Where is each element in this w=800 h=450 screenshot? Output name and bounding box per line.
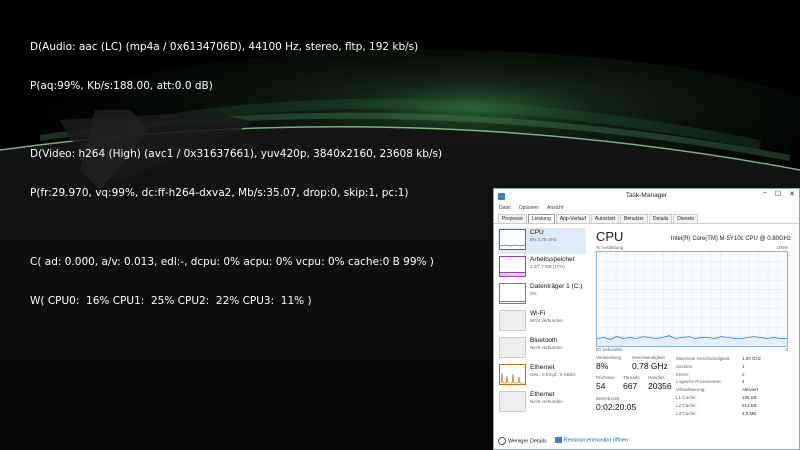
resource-name: Arbeitsspeicher bbox=[530, 256, 575, 263]
menu-datei[interactable]: Datei bbox=[499, 205, 511, 211]
resource-list: CPU 8% 0,78 GHz Arbeitsspeicher 1,3/7,7 … bbox=[494, 225, 588, 431]
footer-bar: Weniger Details Ressourcenmonitor öffnen bbox=[494, 432, 799, 449]
resource-memory[interactable]: Arbeitsspeicher 1,3/7,7 GB (17%) bbox=[498, 255, 586, 281]
menu-bar: Datei Optionen Ansicht bbox=[494, 203, 799, 213]
cpu-usage-graph bbox=[596, 251, 788, 347]
stat-value-threads: 667 bbox=[623, 381, 638, 391]
resource-bluetooth[interactable]: Bluetooth Nicht verbunden bbox=[498, 336, 586, 362]
spec-key: Sockets: bbox=[676, 363, 694, 369]
cpu-heading: CPU bbox=[596, 229, 624, 244]
osd-audio-stats-line: P(aq:99%, Kb/s:188.00, att:0.0 dB) bbox=[30, 80, 213, 92]
stat-value-processes: 54 bbox=[596, 381, 606, 391]
resource-name: Ethernet bbox=[530, 391, 555, 398]
spec-key: Virtualisierung: bbox=[676, 387, 706, 393]
spec-key: Logische Prozessoren: bbox=[676, 379, 722, 385]
spec-value: 4 bbox=[742, 379, 745, 385]
tab-app-verlauf[interactable]: App-Verlauf bbox=[555, 214, 590, 223]
spec-value: 128 KB bbox=[742, 394, 757, 400]
spec-key: Kerne: bbox=[676, 371, 690, 377]
resource-sub: Nicht verbunden bbox=[530, 399, 563, 404]
title-bar[interactable]: Task-Manager − ☐ ✕ bbox=[494, 189, 799, 203]
resource-monitor-link[interactable]: Ressourcenmonitor öffnen bbox=[554, 437, 628, 444]
resource-wifi[interactable]: Wi-Fi Nicht verbunden bbox=[498, 309, 586, 335]
spec-key: L2-Cache: bbox=[676, 402, 697, 408]
tab-benutzer[interactable]: Benutzer bbox=[619, 214, 648, 223]
stat-value-usage: 8% bbox=[596, 361, 609, 371]
resource-ethernet-1[interactable]: Ethernet Ges.: 0 Empf.: 0 KBit/s bbox=[498, 363, 586, 389]
osd-video-stats-line: P(fr:29.970, vq:99%, dc:ff-h264-dxva2, M… bbox=[30, 187, 409, 199]
tab-leistung[interactable]: Leistung bbox=[527, 214, 555, 223]
cpu-mini-graph bbox=[499, 229, 526, 250]
stat-value-handles: 20356 bbox=[648, 381, 672, 391]
cpu-stats: Verwendung 8% Geschwindigkeit 0,78 GHz P… bbox=[596, 355, 791, 425]
graph-axis-max: 100% bbox=[776, 245, 788, 250]
menu-ansicht[interactable]: Ansicht bbox=[547, 205, 563, 211]
spec-key: Maximale Geschwindigkeit: bbox=[676, 356, 731, 361]
osd-cpu-line: W( CPU0: 16% CPU1: 25% CPU2: 22% CPU3: 1… bbox=[30, 295, 312, 307]
resource-sub: 1,3/7,7 GB (17%) bbox=[530, 264, 565, 269]
resource-sub: Nicht verbunden bbox=[530, 345, 563, 350]
stat-value-speed: 0,78 GHz bbox=[632, 361, 668, 371]
resource-sub: Nicht verbunden bbox=[530, 318, 563, 323]
resource-name: CPU bbox=[530, 229, 544, 236]
bluetooth-mini-graph bbox=[499, 337, 526, 358]
spec-value: 1 bbox=[742, 363, 745, 369]
wifi-mini-graph bbox=[499, 310, 526, 331]
maximize-button[interactable]: ☐ bbox=[775, 190, 781, 198]
tab-prozesse[interactable]: Prozesse bbox=[498, 214, 527, 223]
resource-name: Datenträger 1 (C:) bbox=[530, 283, 583, 290]
task-manager-window: Task-Manager − ☐ ✕ Datei Optionen Ansich… bbox=[493, 188, 800, 450]
osd-video-decoder-line: D(Video: h264 (High) (avc1 / 0x31637661)… bbox=[30, 148, 443, 160]
tab-autostart[interactable]: Autostart bbox=[590, 214, 619, 223]
cpu-detail-panel: CPU Intel(R) Core(TM) M-5Y10c CPU @ 0.80… bbox=[588, 225, 799, 431]
resource-ethernet-2[interactable]: Ethernet Nicht verbunden bbox=[498, 390, 586, 416]
osd-audio-decoder-line: D(Audio: aac (LC) (mp4a / 0x6134706D), 4… bbox=[30, 41, 419, 53]
tab-dienste[interactable]: Dienste bbox=[673, 214, 699, 223]
chevron-up-icon bbox=[498, 436, 506, 445]
resource-monitor-icon bbox=[554, 437, 562, 444]
close-button[interactable]: ✕ bbox=[789, 190, 795, 198]
resource-name: Wi-Fi bbox=[530, 310, 546, 317]
resource-disk[interactable]: Datenträger 1 (C:) 2% bbox=[498, 282, 586, 308]
fewer-details-link[interactable]: Weniger Details bbox=[498, 436, 547, 445]
resource-name: Bluetooth bbox=[530, 337, 558, 344]
spec-value: 512 KB bbox=[742, 402, 757, 408]
tab-bar: Prozesse Leistung App-Verlauf Autostart … bbox=[494, 213, 799, 224]
graph-axis-label: % Auslastung bbox=[596, 245, 624, 250]
playback-stats-overlay: D(Audio: aac (LC) (mp4a / 0x6134706D), 4… bbox=[30, 15, 442, 321]
memory-mini-graph bbox=[499, 256, 526, 277]
spec-key: L1-Cache: bbox=[676, 394, 697, 400]
resource-name: Ethernet bbox=[530, 364, 555, 371]
disk-mini-graph bbox=[499, 283, 526, 304]
cpu-spec-list: Maximale Geschwindigkeit: 1,00 GHz Socket… bbox=[676, 355, 761, 417]
cpu-usage-graph-svg bbox=[596, 252, 787, 346]
stat-value-uptime: 0:02:20:05 bbox=[596, 402, 637, 412]
window-title: Task-Manager bbox=[625, 192, 668, 199]
ethernet-mini-graph bbox=[499, 364, 526, 385]
menu-optionen[interactable]: Optionen bbox=[519, 205, 539, 211]
spec-value: 2 bbox=[742, 371, 745, 377]
spec-value: 4,0 MB bbox=[742, 410, 757, 416]
resource-sub: Ges.: 0 Empf.: 0 KBit/s bbox=[530, 372, 576, 377]
spec-key: L3-Cache: bbox=[676, 410, 697, 416]
ethernet-mini-graph bbox=[499, 391, 526, 412]
osd-cache-line: C( ad: 0.000, a/v: 0.013, edl:-, dcpu: 0… bbox=[30, 256, 434, 268]
tab-details[interactable]: Details bbox=[648, 214, 673, 223]
spec-value: Aktiviert bbox=[742, 387, 759, 393]
cpu-model: Intel(R) Core(TM) M-5Y10c CPU @ 0.80GHz bbox=[670, 236, 791, 242]
resource-sub: 8% 0,78 GHz bbox=[530, 237, 557, 242]
spec-value: 1,00 GHz bbox=[742, 356, 762, 361]
resource-cpu[interactable]: CPU 8% 0,78 GHz bbox=[498, 228, 586, 254]
minimize-button[interactable]: − bbox=[763, 190, 767, 198]
resource-sub: 2% bbox=[530, 291, 537, 296]
